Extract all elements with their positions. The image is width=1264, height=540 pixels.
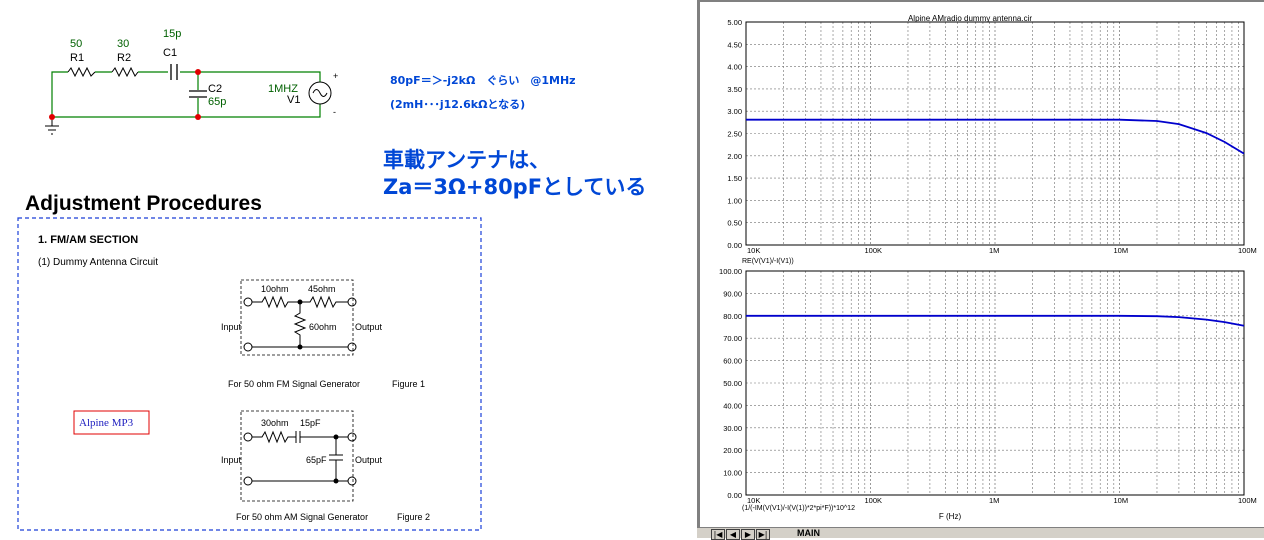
plot2-ytick-label: 100.00: [719, 267, 742, 276]
big-note-line-2: Za＝3Ω+80pFとしている: [383, 175, 646, 199]
fig1-figure-label: Figure 1: [392, 379, 425, 389]
fig2-figure-label: Figure 2: [397, 512, 430, 522]
plot2-ytick-label: 80.00: [723, 312, 742, 321]
plot2-ytick-label: 90.00: [723, 289, 742, 298]
plot2-xtick-label: 10K: [747, 496, 760, 505]
plot1-ytick-label: 0.00: [727, 241, 742, 250]
figure-1-circuit: 10ohm 45ohm 60ohm Input Output For 50 oh…: [221, 279, 425, 389]
c1-name-label: C1: [163, 47, 177, 59]
plot-svg: Alpine AMradio dummy antenna.cir 0.000.5…: [719, 14, 1257, 521]
plot2-grid: [746, 271, 1244, 495]
plot2-ytick-label: 50.00: [723, 379, 742, 388]
resistor-r2-symbol: [111, 66, 139, 78]
plot1-ytick-label: 1.50: [727, 174, 742, 183]
r1-name-label: R1: [70, 52, 84, 64]
fig2-c-a-label: 15pF: [300, 418, 321, 428]
plot-1: 0.00 0.50 1.00 1.50 2.00 2.50 3.00 3.50 4.00 4.50…: [727, 18, 1256, 255]
resistor-r1-symbol: [67, 66, 96, 78]
plot2-xtick-label: 10M: [1114, 496, 1129, 505]
plot1-ytick-label: 3.00: [727, 107, 742, 116]
manual-section-title: 1. FM/AM SECTION: [38, 234, 138, 246]
plot1-trace-label: RE(V(V1)/-I(V1)): [742, 258, 794, 265]
v1-name-label: V1: [287, 94, 300, 106]
capacitor-c1-symbol: [170, 64, 178, 80]
plot1-ytick-label: 2.00: [727, 152, 742, 161]
source-minus-label: -: [333, 107, 336, 117]
plot1-ytick-label: 4.00: [727, 63, 742, 72]
r2-value-label: 30: [117, 38, 129, 50]
plot2-xtick-label: 100K: [865, 496, 883, 505]
plot1-ytick-label: 4.50: [727, 40, 742, 49]
plot1-ytick-label: 5.00: [727, 18, 742, 27]
fig2-output-label: Output: [355, 455, 383, 465]
fig2-r-a-label: 30ohm: [261, 418, 289, 428]
plot2-ytick-label: 10.00: [723, 469, 742, 478]
r1-value-label: 50: [70, 38, 82, 50]
tab-bar: |◀ ◀ ▶ ▶| MAIN: [697, 527, 1264, 540]
fig1-output-label: Output: [355, 322, 383, 332]
voltage-source-v1-symbol: [308, 81, 332, 105]
fig1-r-a-label: 10ohm: [261, 284, 289, 294]
r2-name-label: R2: [117, 52, 131, 64]
plot-2: 0.00 10.00 20.00 30.00 40.00 50.00 60.00 70.00 8…: [719, 267, 1257, 505]
plot1-xtick-label: 1M: [989, 246, 999, 255]
plot1-xtick-label: 10M: [1114, 246, 1129, 255]
c2-value-label: 65p: [208, 96, 226, 108]
plot1-ytick-label: 0.50: [727, 219, 742, 228]
manual-subsection-title: (1) Dummy Antenna Circuit: [38, 257, 158, 268]
plot2-trace-label: (1/(-IM(V(V1)/-I(V(1))*2*pi*F))*10^12: [742, 505, 855, 512]
plot2-ytick-label: 30.00: [723, 424, 742, 433]
fig1-r-c-label: 60ohm: [309, 322, 337, 332]
spice-schematic: 50 R1 30 R2 15p C1 C2 65p 1MHZ V1 + - 80…: [45, 28, 646, 199]
source-plus-label: +: [333, 71, 338, 81]
c2-name-label: C2: [208, 83, 222, 95]
prev-icon[interactable]: ◀: [726, 529, 740, 540]
plot1-ytick-label: 1.00: [727, 196, 742, 205]
fig2-caption: For 50 ohm AM Signal Generator: [236, 512, 368, 522]
manual-excerpt: Adjustment Procedures 1. FM/AM SECTION (…: [17, 192, 482, 531]
fig1-r-b-label: 45ohm: [308, 284, 336, 294]
c1-value-label: 15p: [163, 28, 181, 40]
plot2-xtick-label: 1M: [989, 496, 999, 505]
plot1-ytick-label: 3.50: [727, 85, 742, 94]
next-icon[interactable]: ▶: [741, 529, 755, 540]
plot2-ytick-label: 20.00: [723, 446, 742, 455]
schematic-canvas: 50 R1 30 R2 15p C1 C2 65p 1MHZ V1 + - 80…: [17, 28, 646, 531]
plot2-ytick-label: 70.00: [723, 334, 742, 343]
plot1-series-line: [746, 118, 1245, 155]
note-line-2: (2mH･･･j12.6kΩとなる): [390, 98, 525, 111]
first-icon[interactable]: |◀: [711, 529, 725, 540]
x-axis-label: F (Hz): [939, 512, 962, 521]
plot-area: Alpine AMradio dummy antenna.cir 0.00 0.5…: [697, 0, 1264, 527]
plot1-xtick-label: 100M: [1238, 246, 1257, 255]
big-note-line-1: 車載アンテナは、: [383, 148, 550, 172]
fig2-c-b-label: 65pF: [306, 455, 327, 465]
capacitor-c2-symbol: [189, 90, 207, 98]
plot2-ytick-label: 60.00: [723, 357, 742, 366]
plot2-xtick-label: 100M: [1238, 496, 1257, 505]
plot1-ytick-label: 2.50: [727, 130, 742, 139]
fig1-input-label: Input: [221, 322, 242, 332]
note-line-1: 80pF＝＞-j2kΩ ぐらい @1MHz: [390, 74, 576, 87]
last-icon[interactable]: ▶|: [756, 529, 770, 540]
fig2-input-label: Input: [221, 455, 242, 465]
plot1-xtick-label: 100K: [865, 246, 883, 255]
manual-heading: Adjustment Procedures: [25, 192, 262, 215]
fig1-caption: For 50 ohm FM Signal Generator: [228, 379, 360, 389]
plot1-grid: [746, 22, 1244, 245]
probe-window: Alpine AMradio dummy antenna.cir 0.00 0.5…: [697, 0, 1264, 540]
ground-icon: [45, 120, 59, 135]
schematic-nodes: [49, 69, 201, 120]
plot2-ytick-label: 0.00: [727, 491, 742, 500]
plot1-xtick-label: 10K: [747, 246, 760, 255]
figure-2-circuit: 30ohm 15pF 65pF Input Output For 50 ohm …: [221, 410, 430, 522]
plot2-ytick-label: 40.00: [723, 401, 742, 410]
alpine-mp3-stamp: Alpine MP3: [79, 417, 134, 429]
